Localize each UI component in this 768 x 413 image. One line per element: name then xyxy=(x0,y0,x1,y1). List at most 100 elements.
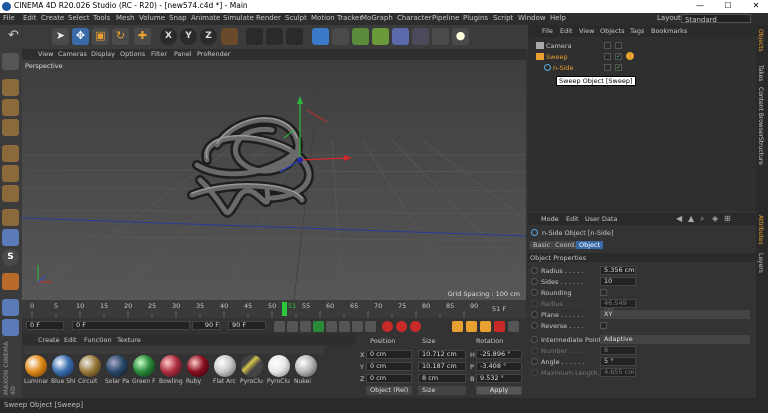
object-menu-file[interactable]: File xyxy=(542,27,553,35)
next-frame-icon[interactable] xyxy=(326,321,337,332)
menu-pipeline[interactable]: Pipeline xyxy=(432,14,459,22)
enabled-check[interactable]: ✓ xyxy=(615,53,622,60)
live-selection-icon[interactable]: ✚ xyxy=(134,28,151,45)
menu-render[interactable]: Render xyxy=(256,14,281,22)
material-swatch[interactable] xyxy=(268,355,290,377)
key-pla-icon[interactable] xyxy=(508,321,519,332)
position-z-field[interactable]: 0 cm xyxy=(366,374,412,383)
size-x-field[interactable]: 10.712 cm xyxy=(418,350,466,359)
material-swatch[interactable] xyxy=(160,355,182,377)
anim-dot[interactable] xyxy=(531,336,538,343)
next-key-icon[interactable] xyxy=(339,321,350,332)
render-picture-viewer-icon[interactable] xyxy=(266,28,283,45)
y-axis-icon[interactable]: Y xyxy=(180,28,197,45)
axis-mode-icon[interactable] xyxy=(2,209,19,226)
visibility-toggle[interactable] xyxy=(604,42,611,49)
menu-simulate[interactable]: Simulate xyxy=(223,14,254,22)
material-swatch[interactable] xyxy=(214,355,236,377)
menu-create[interactable]: Create xyxy=(41,14,64,22)
select-tool-icon[interactable]: ➤ xyxy=(52,28,69,45)
scene-icon[interactable] xyxy=(412,28,429,45)
menu-edit[interactable]: Edit xyxy=(23,14,37,22)
minimize-icon[interactable]: — xyxy=(690,0,710,13)
object-menu-view[interactable]: View xyxy=(579,27,594,35)
object-menu-objects[interactable]: Objects xyxy=(600,27,625,35)
layout-dropdown[interactable]: Standard xyxy=(681,14,751,24)
material-swatch[interactable] xyxy=(187,355,209,377)
material-swatch[interactable] xyxy=(52,355,74,377)
apply-button[interactable]: Apply xyxy=(476,386,522,395)
material-swatch[interactable] xyxy=(79,355,101,377)
menu-file[interactable]: File xyxy=(3,14,15,22)
size-y-field[interactable]: 10.187 cm xyxy=(418,362,466,371)
rotate-tool-icon[interactable]: ↻ xyxy=(112,28,129,45)
menu-motion-tracker[interactable]: Motion Tracker xyxy=(311,14,362,22)
tab-basic[interactable]: Basic xyxy=(530,241,554,249)
key-rotation-icon[interactable] xyxy=(466,321,477,332)
size-z-field[interactable]: 8 cm xyxy=(418,374,466,383)
material-menu-create[interactable]: Create xyxy=(38,336,60,344)
autokey-icon[interactable] xyxy=(396,321,407,332)
menu-plugins[interactable]: Plugins xyxy=(463,14,488,22)
menu-animate[interactable]: Animate xyxy=(191,14,220,22)
lock-workplane-icon[interactable] xyxy=(2,273,19,290)
model-mode-icon[interactable] xyxy=(2,79,19,96)
viewport-menu-cameras[interactable]: Cameras xyxy=(58,50,87,58)
menu-mograph[interactable]: MoGraph xyxy=(361,14,393,22)
position-x-field[interactable]: 0 cm xyxy=(366,350,412,359)
render-view-icon[interactable] xyxy=(246,28,263,45)
move-tool-icon[interactable]: ✥ xyxy=(72,28,89,45)
vtab-structure[interactable]: Structure xyxy=(757,137,764,165)
viewport-menu-view[interactable]: View xyxy=(38,50,53,58)
cloner-icon[interactable] xyxy=(372,28,389,45)
viewport-menu-filter[interactable]: Filter xyxy=(151,50,167,58)
maximize-icon[interactable]: ☐ xyxy=(718,0,738,13)
light-icon[interactable]: ● xyxy=(452,28,469,45)
rotation-b-field[interactable]: 9.532 ° xyxy=(476,374,522,383)
deformer-icon[interactable] xyxy=(392,28,409,45)
workplane-icon[interactable] xyxy=(2,119,19,136)
end-frame-field[interactable]: 90 F xyxy=(192,321,220,330)
undo-icon[interactable]: ↶ xyxy=(5,28,22,45)
object-menu-edit[interactable]: Edit xyxy=(560,27,573,35)
attr-menu-userdata[interactable]: User Data xyxy=(585,215,617,223)
visibility-toggle[interactable] xyxy=(604,64,611,71)
rounding-checkbox[interactable] xyxy=(600,289,607,296)
material-menu-texture[interactable]: Texture xyxy=(117,336,141,344)
coordinate-system-icon[interactable] xyxy=(221,28,238,45)
vtab-content-browser[interactable]: Content Browser xyxy=(757,87,764,137)
snap-icon[interactable]: S xyxy=(2,249,19,266)
attr-menu-mode[interactable]: Mode xyxy=(541,215,559,223)
menu-snap[interactable]: Snap xyxy=(169,14,187,22)
menu-tools[interactable]: Tools xyxy=(93,14,110,22)
anim-dot[interactable] xyxy=(531,278,538,285)
close-icon[interactable]: ✕ xyxy=(746,0,766,13)
tweak-mode-icon[interactable] xyxy=(2,229,19,246)
viewport-menu-panel[interactable]: Panel xyxy=(174,50,192,58)
texture-mode-icon[interactable] xyxy=(2,99,19,116)
back-arrow-icon[interactable]: ◀ xyxy=(676,214,682,223)
camera-icon[interactable] xyxy=(432,28,449,45)
coord-mode-dropdown[interactable]: Object (Rel) xyxy=(366,386,412,395)
tab-object[interactable]: Object xyxy=(576,241,604,249)
menu-volume[interactable]: Volume xyxy=(139,14,165,22)
reverse-checkbox[interactable] xyxy=(600,322,607,329)
object-row-camera[interactable]: Camera xyxy=(528,41,756,51)
start-frame-field[interactable]: 0 F xyxy=(26,321,64,330)
vtab-takes[interactable]: Takes xyxy=(757,65,764,81)
vtab-attributes[interactable]: Attributes xyxy=(757,215,764,245)
size-mode-dropdown[interactable]: Size xyxy=(418,386,466,395)
make-editable-icon[interactable] xyxy=(2,53,19,70)
object-menu-tags[interactable]: Tags xyxy=(630,27,644,35)
material-swatch[interactable] xyxy=(241,355,263,377)
subdivision-icon[interactable] xyxy=(352,28,369,45)
enabled-check[interactable]: ✓ xyxy=(615,64,622,71)
position-y-field[interactable]: 0 cm xyxy=(366,362,412,371)
attr-menu-edit[interactable]: Edit xyxy=(566,215,579,223)
sides-field[interactable]: 10 xyxy=(600,277,636,286)
phong-tag-icon[interactable] xyxy=(626,52,634,60)
viewport-menu-display[interactable]: Display xyxy=(91,50,115,58)
polygons-mode-icon[interactable] xyxy=(2,185,19,202)
grid-icon[interactable] xyxy=(2,319,19,336)
vtab-layers[interactable]: Layers xyxy=(757,253,764,273)
